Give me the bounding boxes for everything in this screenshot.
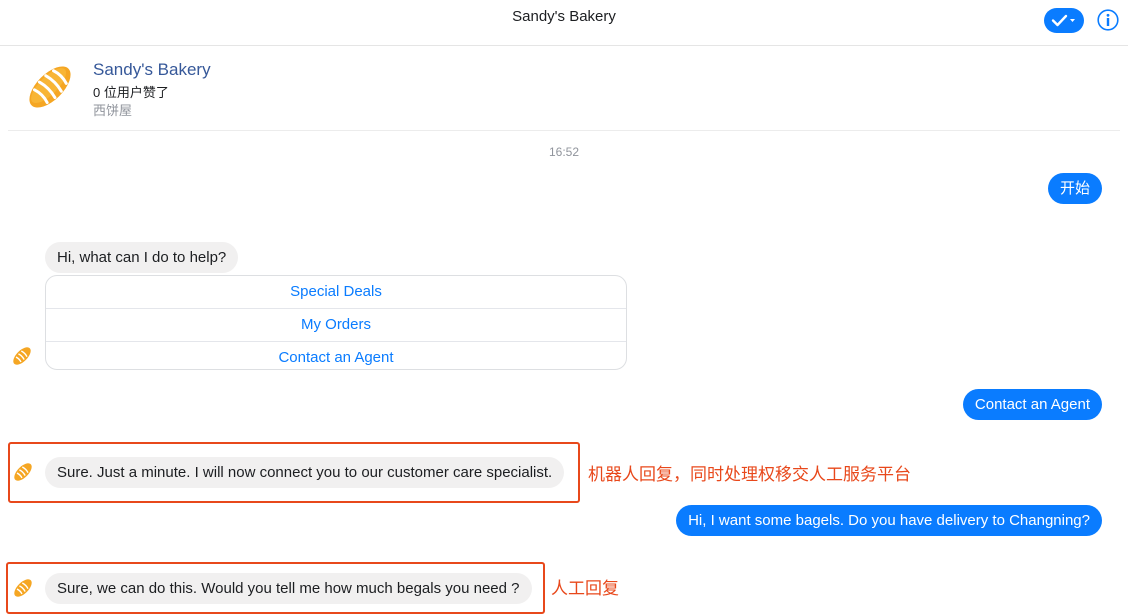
message-timestamp: 16:52 bbox=[548, 145, 580, 159]
annotation-bot-reply: 机器人回复，同时处理权移交人工服务平台 bbox=[588, 465, 911, 484]
quick-replies: Special Deals My Orders Contact an Agent bbox=[45, 275, 627, 370]
divider bbox=[8, 130, 1120, 131]
bread-logo-icon bbox=[29, 66, 71, 108]
annotation-human-reply: 人工回复 bbox=[551, 579, 619, 598]
quick-reply-special-deals[interactable]: Special Deals bbox=[46, 276, 626, 309]
message-outgoing: Contact an Agent bbox=[962, 389, 1102, 420]
bread-avatar-icon bbox=[13, 347, 31, 365]
page-name-link[interactable]: Sandy's Bakery bbox=[93, 60, 211, 80]
likes-count: 0 位用户赞了 bbox=[93, 85, 169, 100]
message-incoming: Hi, what can I do to help? bbox=[45, 242, 239, 273]
message-outgoing: 开始 bbox=[1047, 173, 1102, 204]
message-incoming: Sure, we can do this. Would you tell me … bbox=[45, 573, 532, 604]
message-outgoing: Hi, I want some bagels. Do you have deli… bbox=[676, 505, 1102, 536]
page-profile: Sandy's Bakery 0 位用户赞了 西饼屋 bbox=[0, 47, 1128, 131]
page-category: 西饼屋 bbox=[93, 103, 133, 118]
quick-reply-contact-agent[interactable]: Contact an Agent bbox=[46, 342, 626, 369]
page-title: Sandy's Bakery bbox=[512, 8, 616, 25]
info-button[interactable] bbox=[1097, 9, 1119, 31]
mark-done-button[interactable] bbox=[1044, 8, 1084, 33]
info-icon bbox=[1097, 9, 1119, 31]
bread-avatar-icon bbox=[14, 463, 32, 481]
bread-avatar-icon bbox=[14, 579, 32, 597]
dropdown-caret-icon bbox=[1070, 19, 1075, 22]
check-icon bbox=[1051, 14, 1075, 27]
quick-reply-my-orders[interactable]: My Orders bbox=[46, 309, 626, 342]
top-bar: Sandy's Bakery bbox=[0, 0, 1128, 46]
message-incoming: Sure. Just a minute. I will now connect … bbox=[45, 457, 565, 488]
